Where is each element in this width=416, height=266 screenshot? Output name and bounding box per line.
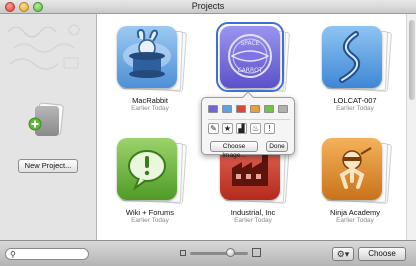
gear-icon: ⚙▾	[336, 249, 350, 259]
selection-ring	[216, 22, 284, 92]
new-project-button[interactable]: New Project...	[18, 159, 78, 173]
search-icon: ⚲	[10, 250, 16, 259]
factory-icon[interactable]: ▟	[236, 123, 247, 134]
search-field[interactable]: ⚲	[5, 248, 89, 260]
choose-button[interactable]: Choose	[358, 247, 406, 261]
project-date: Earlier Today	[131, 217, 169, 224]
done-button[interactable]: Done	[266, 141, 288, 152]
color-swatch-purple[interactable]	[208, 105, 218, 113]
project-name: Ninja Academy	[329, 208, 381, 217]
speech-bubble-icon	[128, 150, 166, 191]
rabbit-hat-icon	[123, 28, 171, 78]
color-swatch-red[interactable]	[236, 105, 246, 113]
project-wiki-forums[interactable]: Wiki + Forums Earlier Today	[105, 138, 195, 225]
icon-picker-popover: ✎ ★ ▟ ♨ ! Choose Image... Done	[201, 91, 295, 159]
color-swatch-gray[interactable]	[278, 105, 288, 113]
project-name: MacRabbit	[132, 96, 168, 105]
star-icon[interactable]: ★	[222, 123, 233, 134]
edit-icon[interactable]: ✎	[208, 123, 219, 134]
zoom-slider[interactable]	[190, 252, 248, 255]
ninja-icon	[339, 147, 372, 189]
project-thumbnail[interactable]	[117, 26, 188, 93]
project-thumbnail[interactable]	[117, 138, 188, 205]
color-swatch-green[interactable]	[264, 105, 274, 113]
project-thumbnail[interactable]	[322, 138, 393, 205]
project-date: Earlier Today	[336, 105, 374, 112]
title-bar: Projects	[0, 0, 416, 14]
project-date: Earlier Today	[131, 105, 169, 112]
swirl-icon	[339, 31, 361, 83]
flame-icon[interactable]: ♨	[250, 123, 261, 134]
project-ninja-academy[interactable]: Ninja Academy Earlier Today	[310, 138, 400, 225]
zoom-in-icon[interactable]	[252, 248, 261, 257]
project-thumbnail[interactable]: SPACE CARROT	[216, 22, 291, 93]
alert-icon[interactable]: !	[264, 123, 275, 134]
project-name: Wiki + Forums	[125, 208, 175, 217]
sidebar: New Project...	[0, 14, 97, 240]
zoom-slider-knob[interactable]	[226, 248, 236, 257]
project-thumbnail[interactable]	[322, 26, 393, 93]
popover-divider	[208, 119, 290, 120]
projects-window: Projects New Project... MacRabbit Earlie…	[0, 0, 416, 266]
color-swatch-row	[208, 105, 290, 115]
color-swatch-orange[interactable]	[250, 105, 260, 113]
project-date: Earlier Today	[234, 217, 272, 224]
project-lolcat-007[interactable]: LOLCAT-007 Earlier Today	[310, 26, 400, 113]
zoom-out-icon[interactable]	[180, 250, 186, 256]
icon-choice-row: ✎ ★ ▟ ♨ !	[208, 123, 290, 135]
gear-menu-button[interactable]: ⚙▾	[332, 247, 354, 261]
project-date: Earlier Today	[336, 217, 374, 224]
vertical-scrollbar[interactable]	[406, 14, 416, 240]
choose-image-button[interactable]: Choose Image...	[210, 141, 258, 159]
project-name: LOLCAT-007	[333, 96, 377, 105]
sidebar-background-doodle	[4, 18, 92, 78]
project-name: Industrial, Inc	[230, 208, 276, 217]
search-input[interactable]	[20, 250, 84, 259]
bottom-toolbar: ⚲ ⚙▾ Choose	[0, 240, 416, 266]
add-project-icon[interactable]	[26, 100, 66, 140]
color-swatch-blue[interactable]	[222, 105, 232, 113]
project-macrabbit[interactable]: MacRabbit Earlier Today	[105, 26, 195, 113]
window-title: Projects	[191, 1, 225, 11]
scrollbar-thumb[interactable]	[409, 20, 415, 100]
project-space-carrot[interactable]: SPACE CARROT	[208, 22, 298, 93]
